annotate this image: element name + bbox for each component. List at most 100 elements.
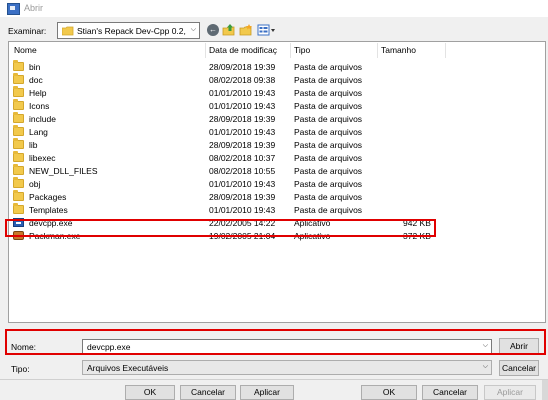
- ok-button-secondary[interactable]: OK: [361, 385, 417, 400]
- file-row[interactable]: Help 01/01/2010 19:43 Pasta de arquivos: [9, 86, 545, 99]
- file-size: 372 KB: [403, 231, 431, 241]
- file-row[interactable]: Packages 28/09/2018 19:39 Pasta de arqui…: [9, 190, 545, 203]
- up-folder-button[interactable]: [222, 23, 236, 37]
- file-name: lib: [29, 140, 38, 150]
- new-folder-button[interactable]: [239, 23, 253, 37]
- lookin-dropdown[interactable]: Stian's Repack Dev-Cpp 0.2, 64l ⌵: [57, 22, 200, 39]
- file-row[interactable]: devcpp.exe 22/02/2005 14:22 Aplicativo 9…: [9, 217, 545, 229]
- folder-icon: [13, 86, 24, 97]
- folder-icon: [13, 190, 24, 201]
- file-type: Pasta de arquivos: [294, 140, 363, 150]
- folder-icon: [13, 99, 24, 110]
- file-type: Pasta de arquivos: [294, 75, 363, 85]
- file-type: Pasta de arquivos: [294, 127, 363, 137]
- title-bar: Abrir: [0, 0, 548, 17]
- apply-button[interactable]: Aplicar: [240, 385, 294, 400]
- background-cancel-button[interactable]: Cancelar: [180, 385, 236, 400]
- column-header-size[interactable]: Tamanho: [381, 44, 416, 57]
- file-name: Icons: [29, 101, 50, 111]
- file-row[interactable]: lib 28/09/2018 19:39 Pasta de arquivos: [9, 138, 545, 151]
- file-type: Pasta de arquivos: [294, 166, 363, 176]
- folder-icon: [13, 164, 24, 175]
- filetype-dropdown[interactable]: Arquivos Executáveis ⌵: [82, 360, 492, 375]
- file-date: 08/02/2018 10:55: [209, 166, 276, 176]
- dialog-app-icon: [7, 3, 20, 15]
- file-date: 01/01/2010 19:43: [209, 101, 276, 111]
- file-name: Help: [29, 88, 47, 98]
- file-date: 19/02/2005 21:04: [209, 231, 276, 241]
- file-date: 22/02/2005 14:22: [209, 218, 276, 228]
- cancel-button-secondary[interactable]: Cancelar: [422, 385, 478, 400]
- column-header-type[interactable]: Tipo: [294, 44, 310, 57]
- apply-button-disabled: Aplicar: [484, 385, 536, 400]
- file-date: 28/09/2018 19:39: [209, 62, 276, 72]
- chevron-down-icon: ⌵: [190, 26, 196, 33]
- file-type: Pasta de arquivos: [294, 62, 363, 72]
- file-name: Packman.exe: [29, 231, 81, 241]
- back-button[interactable]: ←: [206, 23, 220, 37]
- file-row[interactable]: Lang 01/01/2010 19:43 Pasta de arquivos: [9, 125, 545, 138]
- file-date: 08/02/2018 10:37: [209, 153, 276, 163]
- application-icon: [13, 218, 24, 227]
- file-row[interactable]: libexec 08/02/2018 10:37 Pasta de arquiv…: [9, 151, 545, 164]
- file-type: Pasta de arquivos: [294, 88, 363, 98]
- file-date: 01/01/2010 19:43: [209, 205, 276, 215]
- window-title: Abrir: [24, 3, 44, 13]
- file-name: doc: [29, 75, 43, 85]
- views-menu-button[interactable]: [257, 23, 277, 37]
- column-separator[interactable]: [445, 43, 446, 58]
- up-folder-icon: [222, 24, 235, 36]
- file-name: Templates: [29, 205, 68, 215]
- file-type: Pasta de arquivos: [294, 192, 363, 202]
- column-header-date[interactable]: Data de modificaç: [209, 44, 277, 57]
- file-row[interactable]: obj 01/01/2010 19:43 Pasta de arquivos: [9, 177, 545, 190]
- chevron-down-icon[interactable]: ⌵: [483, 342, 488, 350]
- filename-input[interactable]: devcpp.exe ⌵: [82, 339, 492, 354]
- folder-icon: [13, 177, 24, 188]
- file-row[interactable]: include 28/09/2018 19:39 Pasta de arquiv…: [9, 112, 545, 125]
- file-name: Lang: [29, 127, 48, 137]
- filename-value: devcpp.exe: [87, 342, 131, 352]
- lookin-value: Stian's Repack Dev-Cpp 0.2, 64l: [77, 26, 187, 36]
- folder-icon: [13, 151, 24, 162]
- file-date: 28/09/2018 19:39: [209, 140, 276, 150]
- file-row[interactable]: Packman.exe 19/02/2005 21:04 Aplicativo …: [9, 230, 545, 242]
- folder-icon: [13, 73, 24, 84]
- folder-icon: [13, 60, 24, 71]
- ok-button[interactable]: OK: [125, 385, 175, 400]
- file-name: Packages: [29, 192, 67, 202]
- file-row[interactable]: doc 08/02/2018 09:38 Pasta de arquivos: [9, 73, 545, 86]
- file-date: 08/02/2018 09:38: [209, 75, 276, 85]
- folder-icon: [13, 125, 24, 136]
- view-menu-icon: [257, 24, 275, 36]
- scrollbar-edge[interactable]: [542, 380, 548, 400]
- column-separator[interactable]: [205, 43, 206, 58]
- column-header-name[interactable]: Nome: [14, 44, 37, 57]
- file-name: NEW_DLL_FILES: [29, 166, 98, 176]
- file-row[interactable]: NEW_DLL_FILES 08/02/2018 10:55 Pasta de …: [9, 164, 545, 177]
- file-row[interactable]: Icons 01/01/2010 19:43 Pasta de arquivos: [9, 99, 545, 112]
- lookin-label: Examinar:: [8, 26, 47, 36]
- filetype-value: Arquivos Executáveis: [87, 363, 169, 373]
- file-name: devcpp.exe: [29, 218, 73, 228]
- file-type: Pasta de arquivos: [294, 179, 363, 189]
- file-date: 28/09/2018 19:39: [209, 192, 276, 202]
- file-name: libexec: [29, 153, 56, 163]
- file-type: Pasta de arquivos: [294, 101, 363, 111]
- chevron-down-icon: ⌵: [482, 363, 488, 370]
- file-date: 01/01/2010 19:43: [209, 127, 276, 137]
- file-type: Aplicativo: [294, 231, 331, 241]
- folder-icon: [61, 26, 74, 38]
- file-row[interactable]: bin 28/09/2018 19:39 Pasta de arquivos: [9, 60, 545, 73]
- file-row[interactable]: Templates 01/01/2010 19:43 Pasta de arqu…: [9, 203, 545, 216]
- file-list[interactable]: Nome Data de modificaç Tipo Tamanho bin …: [8, 41, 546, 323]
- column-separator[interactable]: [377, 43, 378, 58]
- file-type: Aplicativo: [294, 218, 331, 228]
- folder-icon: [13, 203, 24, 214]
- column-separator[interactable]: [290, 43, 291, 58]
- open-button[interactable]: Abrir: [499, 338, 539, 354]
- file-type: Pasta de arquivos: [294, 114, 363, 124]
- file-date: 28/09/2018 19:39: [209, 114, 276, 124]
- cancel-button[interactable]: Cancelar: [499, 360, 539, 376]
- filename-label: Nome:: [11, 342, 37, 352]
